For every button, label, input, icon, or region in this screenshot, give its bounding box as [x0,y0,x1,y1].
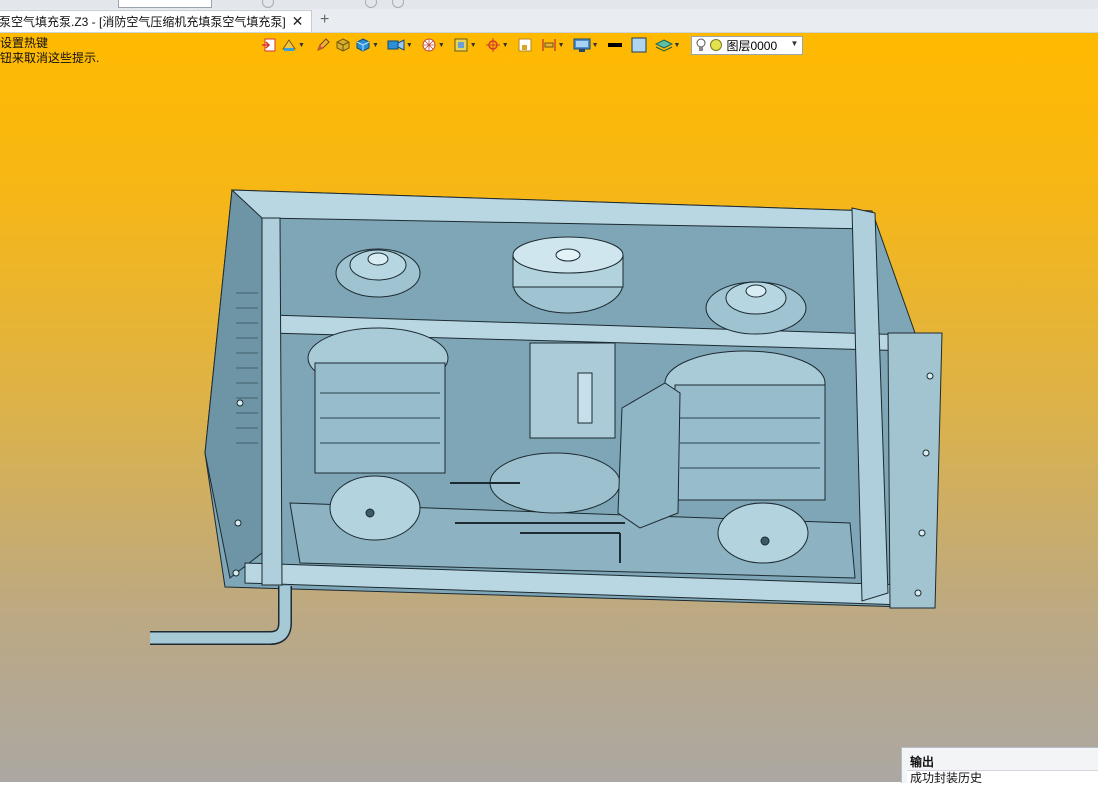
control-box [617,382,681,529]
right-end-plate [887,332,943,609]
close-tab-icon[interactable]: ✕ [292,13,304,30]
left-tank [329,475,421,541]
left-grille-panel [204,189,266,579]
redo-icon[interactable] [365,0,377,8]
center-pulley [512,236,624,314]
new-tab-icon[interactable]: + [320,11,329,29]
document-tab-title: 泵空气填充泵.Z3 - [消防空气压缩机充填泵空气填充泵] [0,15,286,29]
exhaust-pipe [150,586,292,645]
refresh-icon[interactable] [392,0,404,8]
document-tab-bar: 泵空气填充泵.Z3 - [消防空气压缩机充填泵空气填充泵] ✕ + [0,9,1098,33]
left-fan-pulley [335,248,421,298]
right-fan-pulley [705,281,807,335]
left-compressor-block [307,327,449,474]
document-tab[interactable]: 泵空气填充泵.Z3 - [消防空气压缩机充填泵空气填充泵] ✕ [0,10,312,32]
left-front-post [261,217,283,586]
quick-combo[interactable] [118,0,212,8]
undo-icon[interactable] [262,0,274,8]
right-compressor-block [664,350,826,501]
compressor-assembly-model[interactable] [0,33,1098,782]
output-panel-title: 输出 [910,755,935,769]
right-tank [717,502,809,564]
output-panel: 输出 成功封装历史 [901,747,1098,785]
